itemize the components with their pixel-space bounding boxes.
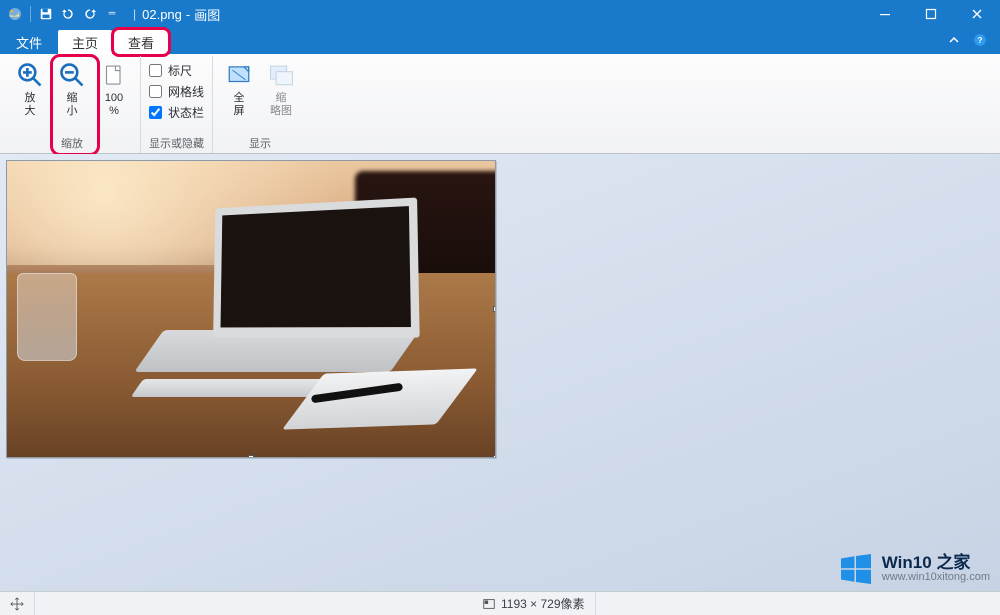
watermark-url: www.win10xitong.com	[882, 572, 990, 584]
cursor-position-icon	[10, 597, 24, 611]
ruler-label: 标尺	[168, 62, 192, 79]
quick-access-toolbar	[0, 5, 127, 23]
zoom-in-icon	[15, 60, 45, 90]
window-title-filename: 02.png	[142, 7, 182, 22]
gridlines-label: 网格线	[168, 83, 204, 100]
resize-handle-corner[interactable]	[493, 455, 496, 458]
ribbon-tabs: 文件 主页 查看 ?	[0, 28, 1000, 54]
svg-text:?: ?	[978, 36, 983, 45]
undo-icon[interactable]	[59, 5, 77, 23]
watermark-brand-zh: 之家	[936, 553, 970, 572]
fullscreen-label: 全 屏	[234, 92, 245, 118]
tab-home[interactable]: 主页	[58, 30, 112, 54]
dimensions-icon	[482, 597, 496, 611]
tab-view[interactable]: 查看	[114, 30, 168, 54]
title-bar: | 02.png - 画图	[0, 0, 1000, 28]
close-button[interactable]	[954, 0, 1000, 28]
status-bar: 1193 × 729像素	[0, 591, 1000, 615]
maximize-button[interactable]	[908, 0, 954, 28]
zoom-out-label: 缩 小	[67, 92, 78, 118]
qat-dropdown-icon[interactable]	[103, 5, 121, 23]
thumbnail-label: 缩 略图	[270, 92, 292, 118]
status-dimensions-text: 1193 × 729像素	[501, 595, 585, 612]
statusbar-checkbox-input[interactable]	[149, 106, 162, 119]
windows-logo-icon	[838, 551, 874, 587]
zoom-100-button[interactable]: 100 %	[96, 58, 132, 118]
zoom-100-label: 100 %	[105, 92, 123, 118]
gridlines-checkbox[interactable]: 网格线	[149, 83, 204, 100]
save-icon[interactable]	[37, 5, 55, 23]
statusbar-checkbox[interactable]: 状态栏	[149, 104, 204, 121]
window-controls	[862, 0, 1000, 28]
group-zoom: 放 大 缩 小 100 % 缩放	[4, 56, 141, 153]
ruler-checkbox[interactable]: 标尺	[149, 62, 204, 79]
group-display: 全 屏 缩 略图 显示	[213, 56, 307, 153]
group-show-hide: 标尺 网格线 状态栏 显示或隐藏	[141, 56, 213, 153]
group-show-hide-label: 显示或隐藏	[149, 135, 204, 153]
zoom-in-label: 放 大	[25, 92, 36, 118]
redo-icon[interactable]	[81, 5, 99, 23]
zoom-out-button[interactable]: 缩 小	[54, 58, 90, 118]
statusbar-label: 状态栏	[168, 104, 204, 121]
tab-home-label: 主页	[72, 33, 98, 52]
collapse-ribbon-icon[interactable]	[944, 30, 964, 50]
gridlines-checkbox-input[interactable]	[149, 85, 162, 98]
minimize-button[interactable]	[862, 0, 908, 28]
watermark-brand-en: Win10	[882, 553, 932, 572]
window-title-dash: -	[186, 7, 190, 22]
canvas-image[interactable]	[6, 160, 496, 458]
resize-handle-bottom[interactable]	[248, 455, 254, 458]
app-icon	[6, 5, 24, 23]
group-zoom-label: 缩放	[12, 135, 132, 153]
tab-view-label: 查看	[128, 33, 154, 52]
ruler-checkbox-input[interactable]	[149, 64, 162, 77]
status-cursor-position	[0, 592, 35, 615]
thumbnail-button[interactable]: 缩 略图	[263, 58, 299, 118]
resize-handle-right[interactable]	[493, 306, 496, 312]
tab-file-label: 文件	[16, 33, 42, 52]
fullscreen-icon	[224, 60, 254, 90]
thumbnail-icon	[266, 60, 296, 90]
window-title-appname: 画图	[194, 5, 220, 24]
zoom-in-button[interactable]: 放 大	[12, 58, 48, 118]
zoom-out-icon	[57, 60, 87, 90]
title-separator: |	[133, 7, 136, 21]
image-content	[7, 161, 495, 457]
fullscreen-button[interactable]: 全 屏	[221, 58, 257, 118]
page-100-icon	[99, 60, 129, 90]
ribbon-right-controls: ?	[944, 30, 990, 50]
help-icon[interactable]: ?	[970, 30, 990, 50]
group-display-label: 显示	[221, 135, 299, 153]
canvas-workspace[interactable]: Win10 之家 www.win10xitong.com	[0, 154, 1000, 591]
ribbon: 放 大 缩 小 100 % 缩放 标尺	[0, 54, 1000, 154]
watermark: Win10 之家 www.win10xitong.com	[838, 551, 990, 587]
status-dimensions: 1193 × 729像素	[472, 592, 596, 615]
tab-file[interactable]: 文件	[2, 30, 56, 54]
